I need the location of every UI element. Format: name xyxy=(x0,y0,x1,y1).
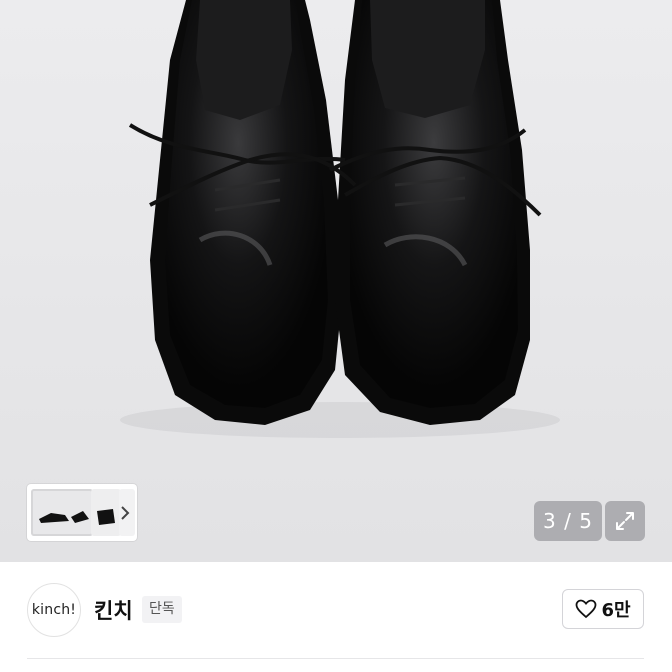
seller-row: kinch! 킨치 단독 6만 xyxy=(0,562,672,672)
divider xyxy=(27,658,644,659)
fullscreen-button[interactable] xyxy=(605,501,645,541)
like-button[interactable]: 6만 xyxy=(562,589,644,629)
chevron-right-icon[interactable] xyxy=(117,501,133,525)
thumbnail-strip[interactable] xyxy=(27,484,137,541)
seller-name[interactable]: 킨치 xyxy=(94,595,133,625)
like-count: 6만 xyxy=(601,600,631,621)
product-image[interactable] xyxy=(0,0,672,562)
thumbnail-1[interactable] xyxy=(31,489,93,536)
expand-icon xyxy=(616,512,634,530)
shoe-photo xyxy=(120,0,560,438)
avatar[interactable]: kinch! xyxy=(27,583,81,637)
image-counter: 3 / 5 xyxy=(534,501,602,541)
exclusive-badge: 단독 xyxy=(142,596,182,623)
avatar-text: kinch! xyxy=(31,602,77,618)
heart-outline-icon xyxy=(576,599,597,619)
